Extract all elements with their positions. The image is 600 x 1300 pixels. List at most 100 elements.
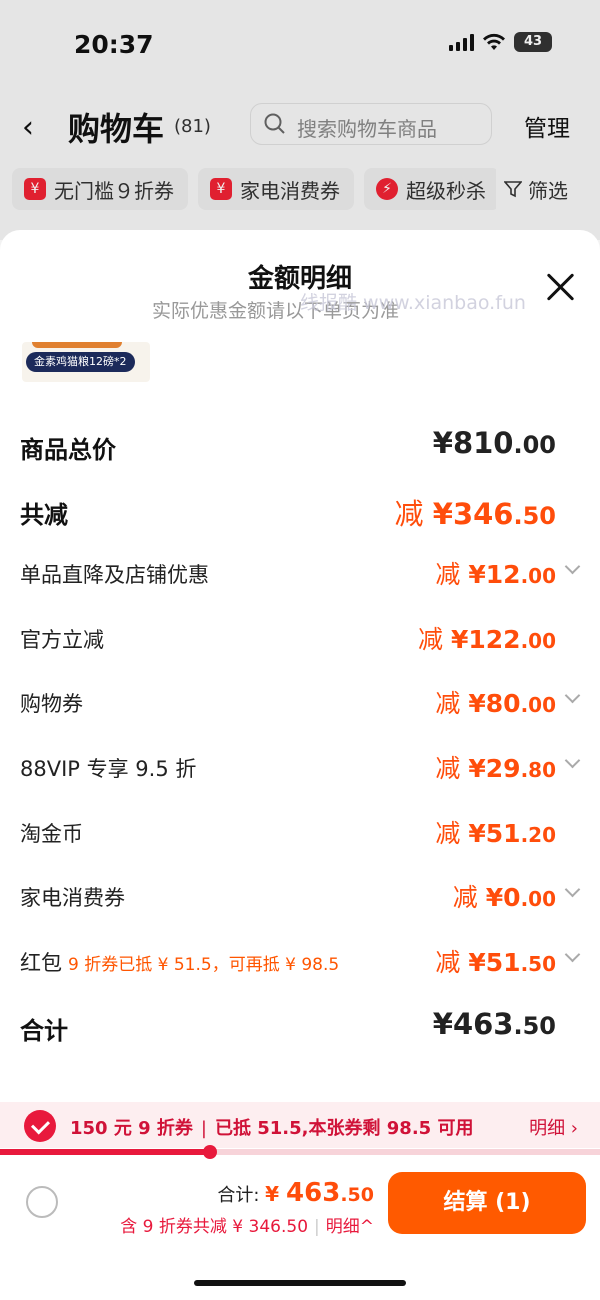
amount-row-label: 淘金币 <box>20 818 83 848</box>
amount-dec: .50 <box>520 951 556 976</box>
amount-int: 51 <box>485 818 521 848</box>
amount-row-value: 减 ¥346.50 <box>395 491 556 533</box>
home-indicator <box>194 1280 406 1286</box>
amount-row-label: 红包 9 折券已抵 ¥ 51.5，可再抵 ¥ 98.5 <box>20 947 339 977</box>
row-label-text: 家电消费券 <box>20 886 125 911</box>
amount-prefix: 减 <box>418 624 451 654</box>
amount-int: 122 <box>468 624 521 654</box>
row-label-text: 商品总价 <box>20 436 116 464</box>
chevron-down-icon[interactable] <box>564 558 581 575</box>
saved-summary: 含 9 折券共减 ¥ 346.50 | 明细^ <box>120 1212 374 1237</box>
amount-row-value: 减 ¥80.00 <box>435 684 556 720</box>
amount-row-label: 购物券 <box>20 688 83 718</box>
amount-row-label: 共减 <box>20 495 68 530</box>
amount-row-label: 合计 <box>20 1011 68 1046</box>
amount-row: 商品总价 ¥810.00 <box>0 420 600 485</box>
chevron-down-icon[interactable] <box>564 752 581 769</box>
amount-row[interactable]: 88VIP 专享 9.5 折 减 ¥29.80 <box>0 743 600 808</box>
coupon-progress-knob <box>203 1145 217 1159</box>
amount-row-label: 88VIP 专享 9.5 折 <box>20 753 196 783</box>
amount-prefix: 减 <box>435 947 469 977</box>
amount-row-value: 减 ¥51.20 <box>435 814 556 850</box>
total-label: 合计: <box>217 1185 266 1206</box>
amount-int: 29 <box>485 753 521 783</box>
amount-dec: .00 <box>520 564 556 589</box>
detail-toggle[interactable]: 明细^ <box>326 1217 374 1237</box>
amount-int: 12 <box>485 560 521 590</box>
amount-dec: .50 <box>513 501 556 530</box>
amount-row: 官方立减 减 ¥122.00 <box>0 614 600 679</box>
coupon-divider: | <box>200 1118 207 1139</box>
amount-rows: 商品总价 ¥810.00 共减减 ¥346.50 单品直降及店铺优惠减 ¥12.00 官… <box>0 420 600 1066</box>
row-label-text: 淘金币 <box>20 821 83 846</box>
coupon-progress-fill <box>0 1149 210 1155</box>
row-label-text: 88VIP 专享 9.5 折 <box>20 756 197 781</box>
amount-int: 80 <box>485 689 521 719</box>
checkout-button[interactable]: 结算 (1) <box>388 1172 586 1234</box>
chevron-down-icon[interactable] <box>564 946 581 963</box>
amount-currency: ¥ <box>468 753 486 783</box>
amount-int: 0 <box>503 883 521 913</box>
amount-int: 51 <box>485 947 521 977</box>
row-label-text: 合计 <box>20 1017 68 1046</box>
amount-row-value: 减 ¥29.80 <box>435 749 556 785</box>
amount-row-value: 减 ¥122.00 <box>418 620 556 656</box>
row-label-text: 购物券 <box>20 692 83 717</box>
total-currency: ¥ <box>265 1182 287 1206</box>
amount-currency: ¥ <box>468 560 486 590</box>
chevron-down-icon[interactable] <box>564 881 581 898</box>
product-image <box>32 342 122 348</box>
amount-row-value: ¥463.50 <box>433 1007 556 1041</box>
coupon-checkbox[interactable] <box>24 1110 56 1142</box>
row-label-text: 单品直降及店铺优惠 <box>20 563 209 588</box>
close-icon[interactable] <box>546 272 576 302</box>
amount-row-value: 减 ¥0.00 <box>453 878 556 914</box>
amount-prefix: 减 <box>435 753 469 783</box>
overlay-scrim[interactable] <box>0 0 600 240</box>
row-label-text: 红包 <box>20 950 62 975</box>
amount-currency: ¥ <box>468 947 486 977</box>
coupon-progress <box>0 1145 600 1159</box>
chevron-down-icon[interactable] <box>564 688 581 704</box>
amount-dec: .50 <box>513 1012 556 1041</box>
total-int: 463 <box>286 1178 341 1208</box>
amount-currency: ¥ <box>468 818 486 848</box>
product-thumbnail: 金素鸡猫粮12磅*2 <box>22 342 150 382</box>
amount-prefix: 减 <box>435 560 469 590</box>
coupon-title: 150 元 9 折券 <box>70 1118 193 1139</box>
amount-row[interactable]: 红包 9 折券已抵 ¥ 51.5，可再抵 ¥ 98.5 减 ¥51.50 <box>0 937 600 1002</box>
checkout-bar: 合计: ¥ 463.50 含 9 折券共减 ¥ 346.50 | 明细^ 结算 (1… <box>0 1160 600 1300</box>
saved-divider: | <box>314 1217 320 1237</box>
row-label-text: 官方立减 <box>20 627 104 652</box>
amount-currency: ¥ <box>432 496 453 531</box>
total-value: ¥ 463.50 <box>265 1178 374 1208</box>
amount-int: 810 <box>452 426 514 460</box>
amount-dec: .00 <box>520 628 556 653</box>
amount-row[interactable]: 家电消费券 减 ¥0.00 <box>0 872 600 937</box>
select-all-radio[interactable] <box>26 1186 58 1218</box>
amount-row: 合计 ¥463.50 <box>0 1001 600 1066</box>
amount-row-value: 减 ¥51.50 <box>435 943 556 979</box>
row-note: 9 折券已抵 ¥ 51.5，可再抵 ¥ 98.5 <box>68 954 340 975</box>
amount-dec: .00 <box>520 693 556 718</box>
coupon-detail-link[interactable]: 明细 › <box>529 1114 578 1140</box>
amount-currency: ¥ <box>432 1007 453 1042</box>
amount-currency: ¥ <box>450 624 469 654</box>
total-amount: 合计: ¥ 463.50 <box>217 1178 374 1208</box>
amount-row[interactable]: 购物券 减 ¥80.00 <box>0 678 600 743</box>
amount-row-label: 商品总价 <box>20 430 116 465</box>
amount-currency: ¥ <box>485 883 504 913</box>
amount-prefix: 减 <box>435 818 469 848</box>
amount-row-value: 减 ¥12.00 <box>435 555 556 591</box>
amount-row: 共减 减 ¥346.50 <box>0 485 600 550</box>
amount-row: 淘金币 减 ¥51.20 <box>0 808 600 873</box>
amount-row-label: 家电消费券 <box>20 882 125 912</box>
total-dec: .50 <box>340 1184 374 1206</box>
cart-page-background: 20:37 43 ‹ 购物车 (81) 搜索购物车商品 管理 ¥ 无门槛９折券 <box>0 0 600 240</box>
amount-row[interactable]: 单品直降及店铺优惠 减 ¥12.00 <box>0 549 600 614</box>
amount-int: 346 <box>452 496 514 531</box>
amount-row-label: 官方立减 <box>20 624 104 654</box>
row-label-text: 共减 <box>20 500 68 529</box>
amount-dec: .00 <box>513 431 556 459</box>
watermark: 线报酷 www.xianbao.fun <box>300 292 526 314</box>
